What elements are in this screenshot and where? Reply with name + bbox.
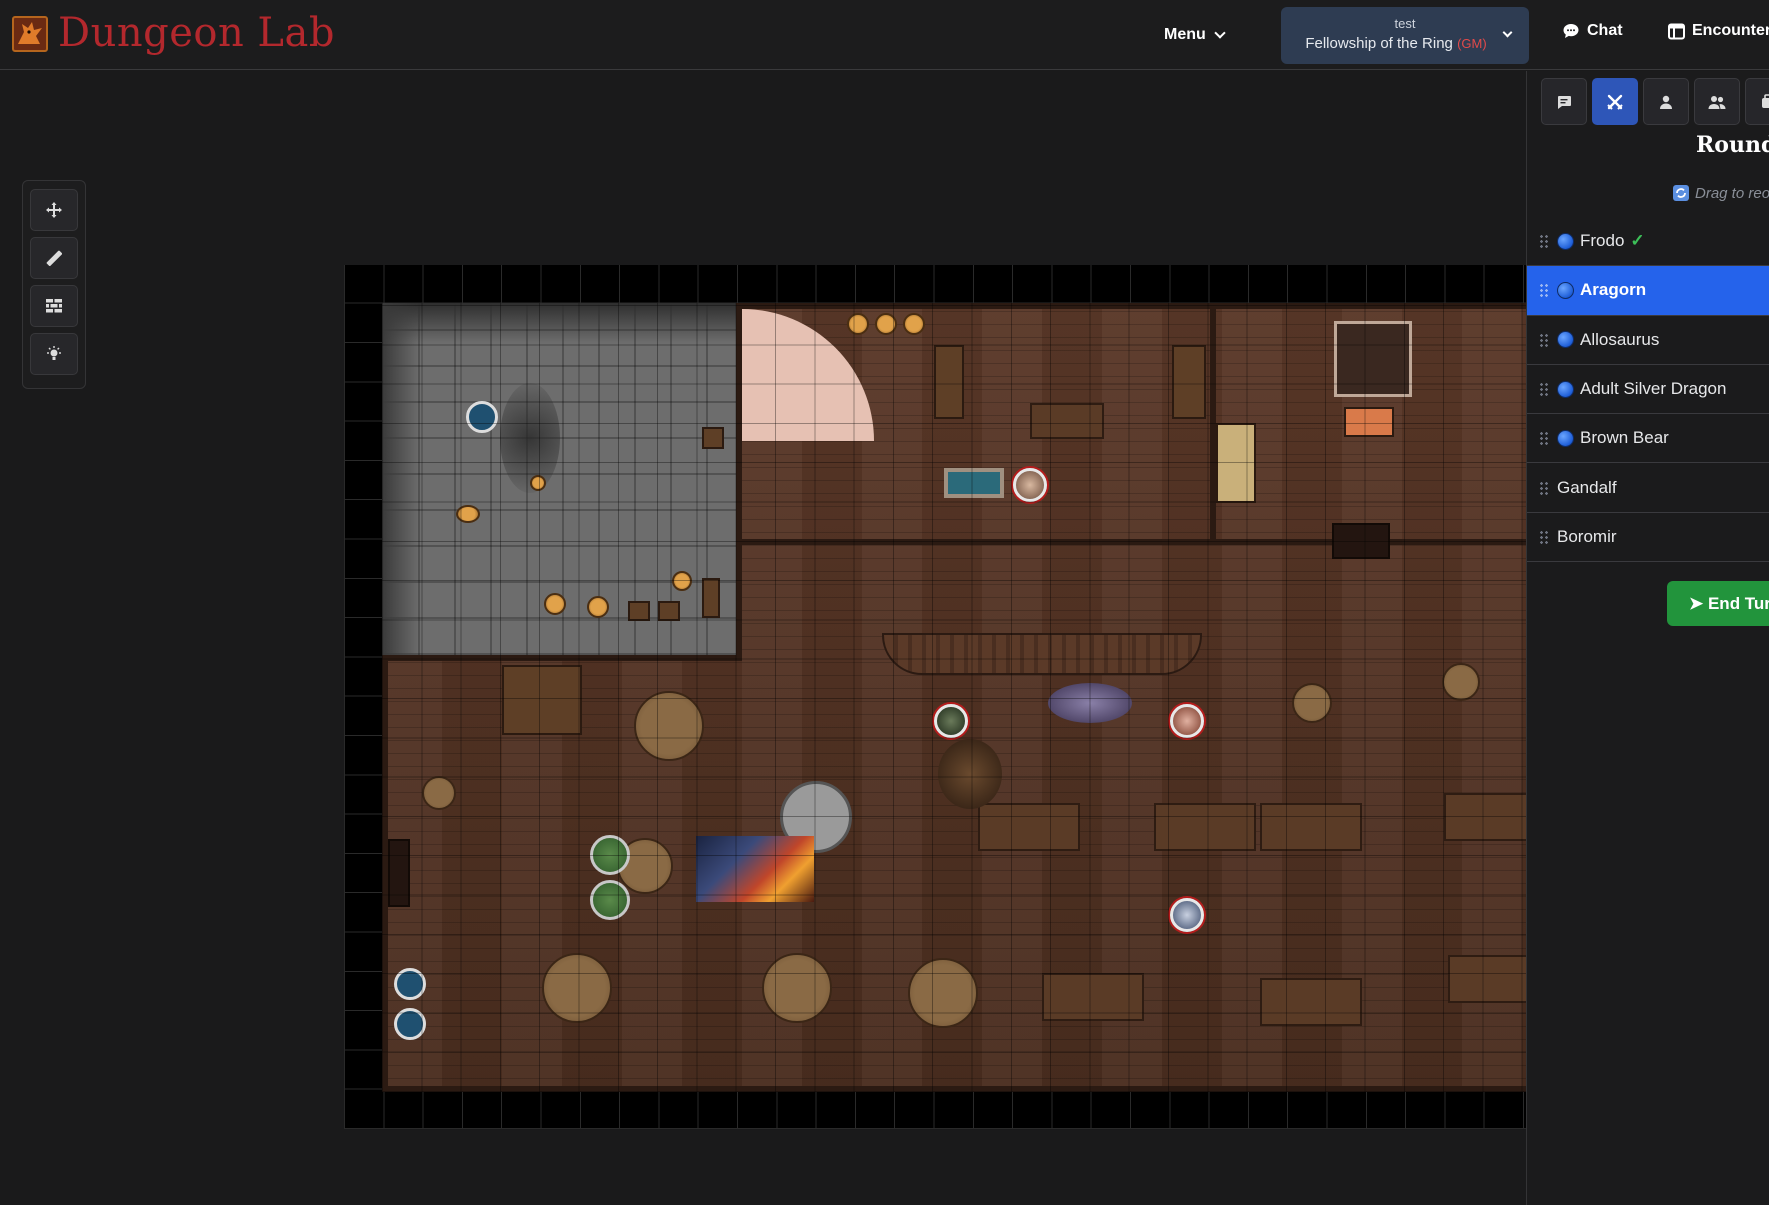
drag-hint: Drag to reorder	[1672, 184, 1769, 202]
initiative-row[interactable]: Gandalf	[1527, 463, 1769, 513]
campaign-selector[interactable]: test Fellowship of the Ring (GM)	[1281, 7, 1529, 64]
ruler-tool-button[interactable]	[30, 237, 78, 279]
chat-button[interactable]: Chat	[1562, 22, 1623, 40]
initiative-row-active[interactable]: Aragorn	[1527, 266, 1769, 316]
campaign-subtitle: test	[1394, 16, 1416, 31]
drag-handle-icon[interactable]	[1539, 480, 1549, 495]
drag-handle-icon[interactable]	[1539, 431, 1549, 446]
tab-combat[interactable]	[1592, 78, 1638, 125]
combatant-name: Allosaurus	[1580, 329, 1660, 349]
end-turn-button[interactable]: ➤ End Turn	[1667, 581, 1769, 626]
encounter-button[interactable]: Encounter	[1668, 22, 1769, 40]
combat-tab-icon	[1607, 94, 1623, 110]
wall-icon	[46, 299, 62, 313]
menu-button[interactable]: Menu	[1164, 18, 1226, 52]
move-icon	[46, 202, 62, 218]
panel-tab-bar	[1541, 78, 1769, 125]
initiative-row[interactable]: Frodo ✓	[1527, 217, 1769, 267]
map-tool-palette	[22, 180, 86, 389]
initiative-row[interactable]: Boromir	[1527, 513, 1769, 563]
drag-handle-icon[interactable]	[1539, 234, 1549, 249]
tab-chat[interactable]	[1541, 78, 1587, 125]
move-tool-button[interactable]	[30, 189, 78, 231]
chevron-down-icon	[1214, 27, 1226, 39]
gm-badge: (GM)	[1457, 36, 1487, 51]
player-dot-icon	[1557, 331, 1574, 349]
light-tool-button[interactable]	[30, 333, 78, 375]
combatant-name: Gandalf	[1557, 477, 1617, 497]
character-tab-icon	[1660, 95, 1672, 109]
combatant-name: Frodo	[1580, 231, 1625, 251]
checkmark-icon: ✓	[1630, 231, 1645, 251]
initiative-list: Frodo ✓ Aragorn Allosaurus Adult Silver …	[1527, 217, 1769, 563]
tavern-map-image	[382, 303, 1563, 1092]
map-grid	[382, 303, 1563, 1092]
chat-tab-icon	[1558, 95, 1571, 109]
light-icon	[47, 346, 61, 360]
table-icon	[1668, 23, 1685, 39]
round-counter: Round 4	[1696, 132, 1769, 158]
initiative-row[interactable]: Adult Silver Dragon	[1527, 365, 1769, 415]
drag-handle-icon[interactable]	[1539, 332, 1549, 347]
tab-party[interactable]	[1694, 78, 1740, 125]
campaign-name: Fellowship of the Ring	[1305, 35, 1453, 52]
combat-tracker-panel: Round 4 Drag to reorder Frodo ✓ Aragorn …	[1526, 71, 1769, 1205]
more-tab-icon	[1762, 93, 1769, 108]
top-navbar: Dungeon Lab Menu test Fellowship of the …	[0, 0, 1769, 70]
dragon-logo-icon	[12, 16, 48, 52]
initiative-row[interactable]: Allosaurus	[1527, 316, 1769, 365]
menu-label: Menu	[1164, 26, 1206, 43]
combatant-name: Adult Silver Dragon	[1580, 379, 1727, 399]
drag-handle-icon[interactable]	[1539, 283, 1549, 298]
player-dot-icon	[1557, 281, 1574, 299]
player-dot-icon	[1557, 429, 1574, 447]
chat-label: Chat	[1587, 22, 1623, 39]
tab-more[interactable]	[1745, 78, 1769, 125]
tab-character[interactable]	[1643, 78, 1689, 125]
campaign-title-line: Fellowship of the Ring (GM)	[1281, 35, 1511, 52]
ruler-icon	[46, 250, 62, 266]
encounter-label: Encounter	[1692, 22, 1769, 39]
drag-handle-icon[interactable]	[1539, 529, 1549, 544]
app-logo-text[interactable]: Dungeon Lab	[58, 10, 335, 56]
player-dot-icon	[1557, 380, 1574, 398]
initiative-row[interactable]: Brown Bear	[1527, 414, 1769, 464]
combatant-name: Aragorn	[1580, 280, 1647, 300]
reorder-icon	[1673, 185, 1689, 201]
drag-handle-icon[interactable]	[1539, 382, 1549, 397]
player-dot-icon	[1557, 232, 1574, 250]
combatant-name: Boromir	[1557, 526, 1617, 546]
drag-hint-text: Drag to reorder	[1695, 184, 1769, 202]
party-tab-icon	[1708, 95, 1726, 109]
combatant-name: Brown Bear	[1580, 428, 1669, 448]
wall-tool-button[interactable]	[30, 285, 78, 327]
chat-bubble-icon	[1563, 24, 1579, 38]
battle-map[interactable]	[344, 265, 1601, 1129]
